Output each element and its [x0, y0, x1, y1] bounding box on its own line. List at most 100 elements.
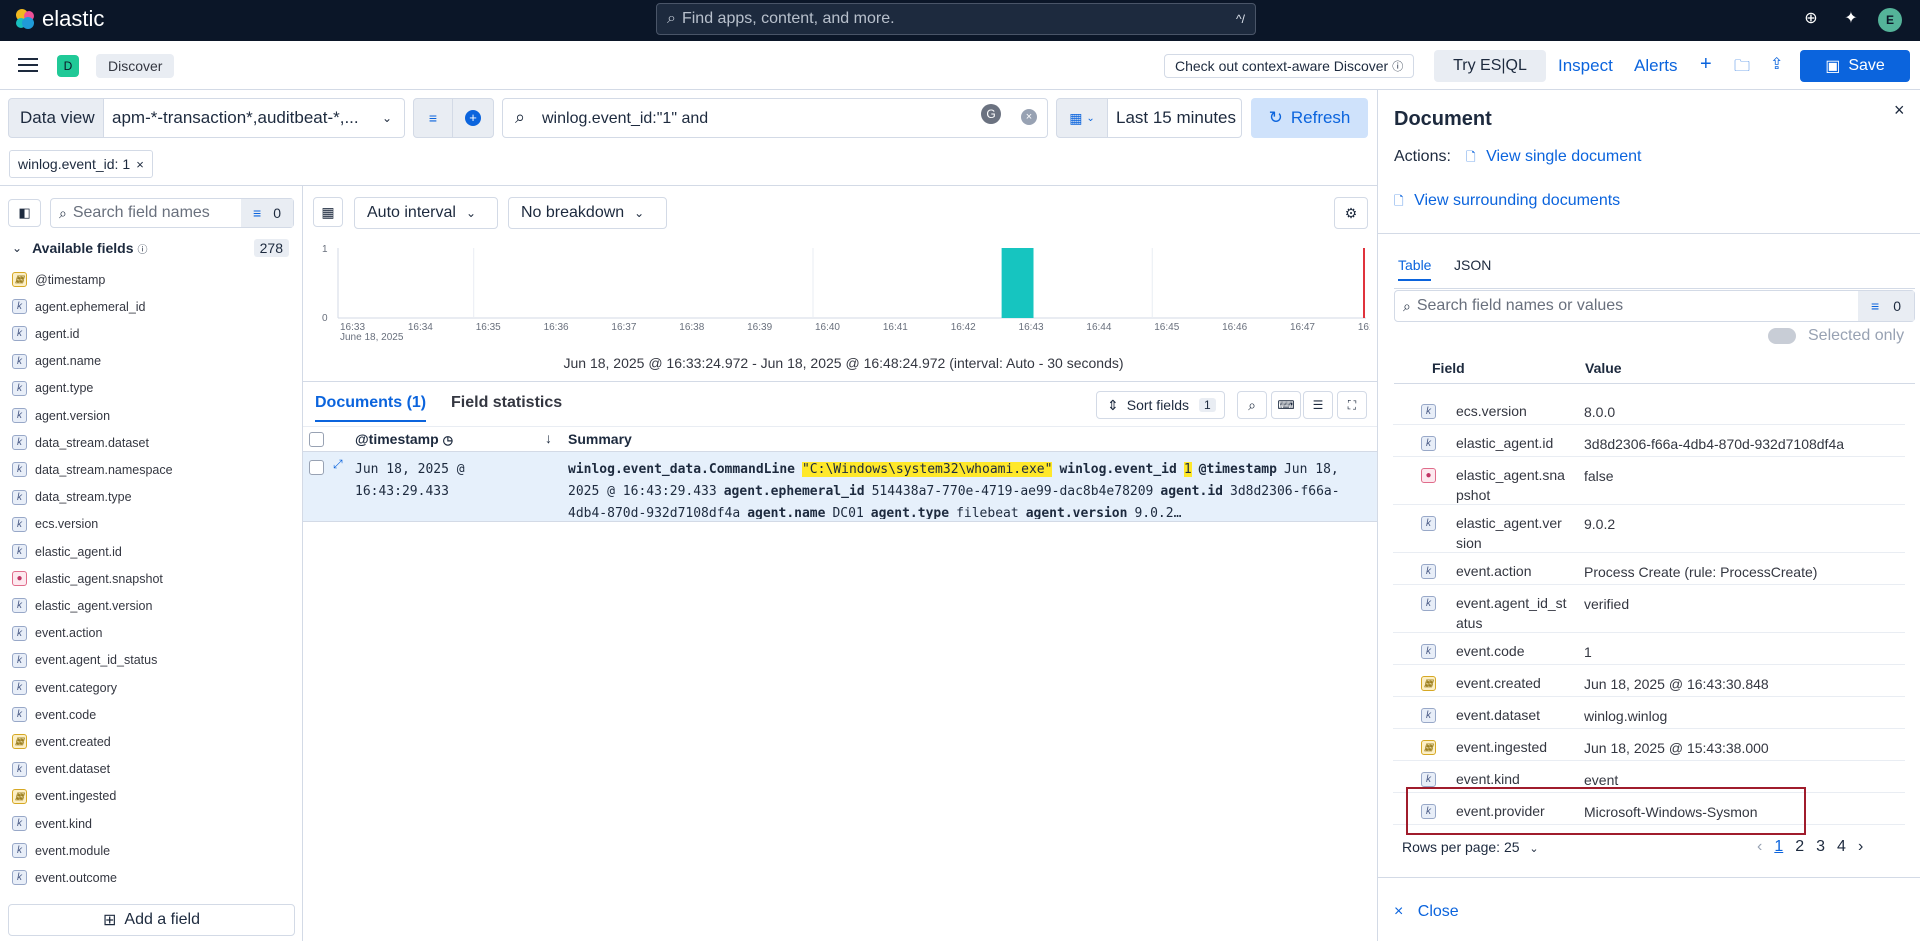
column-timestamp[interactable]: @timestamp ◷: [355, 431, 453, 447]
filter-menu-button[interactable]: ≡: [413, 98, 453, 138]
breakdown-selector[interactable]: No breakdown ⌄: [508, 197, 667, 229]
flyout-field-row[interactable]: ▦ event.created Jun 18, 2025 @ 16:43:30.84…: [1393, 665, 1905, 697]
tab-documents[interactable]: Documents (1): [315, 394, 427, 422]
grid-search-button[interactable]: ⌕: [1237, 391, 1267, 419]
flyout-field-row[interactable]: k ecs.version 8.0.0: [1393, 393, 1905, 425]
field-list-item[interactable]: k agent.name: [0, 348, 303, 375]
field-list-item[interactable]: ▦ event.ingested: [0, 783, 303, 810]
flyout-field-row[interactable]: k elastic_agent.ver sion 9.0.2: [1393, 505, 1905, 553]
sort-desc-icon[interactable]: ↓: [545, 430, 552, 446]
field-list-item[interactable]: k data_stream.dataset: [0, 429, 303, 456]
flyout-search-input[interactable]: ⌕ Search field names or values ≡ 0: [1394, 290, 1915, 322]
field-filter-button[interactable]: ≡ 0: [241, 199, 293, 227]
field-list-item[interactable]: k agent.version: [0, 402, 303, 429]
tab-field-statistics[interactable]: Field statistics: [451, 394, 562, 412]
field-list-item[interactable]: ▦ event.created: [0, 728, 303, 755]
field-list-item[interactable]: k event.agent_id_status: [0, 647, 303, 674]
flyout-field-row[interactable]: ● elastic_agent.sna pshot false: [1393, 457, 1905, 505]
chevron-left-icon[interactable]: ‹: [1757, 838, 1762, 856]
close-icon[interactable]: ×: [1894, 100, 1905, 121]
news-icon[interactable]: ✦: [1840, 8, 1862, 30]
flyout-field-row[interactable]: k event.action Process Create (rule: Proce…: [1393, 553, 1905, 585]
menu-icon[interactable]: [18, 55, 38, 75]
add-filter-button[interactable]: +: [452, 98, 494, 138]
clear-query-icon[interactable]: ×: [1021, 109, 1037, 125]
page-3[interactable]: 3: [1816, 838, 1825, 856]
collapse-sidebar-button[interactable]: ◧: [8, 199, 41, 227]
flyout-filter-button[interactable]: ≡ 0: [1858, 291, 1914, 321]
field-list-item[interactable]: k event.dataset: [0, 756, 303, 783]
help-icon[interactable]: ⊕: [1800, 8, 1822, 30]
field-list-item[interactable]: k data_stream.namespace: [0, 456, 303, 483]
field-list-item[interactable]: k elastic_agent.version: [0, 592, 303, 619]
page-1[interactable]: 1: [1774, 838, 1783, 856]
tab-json[interactable]: JSON: [1454, 257, 1491, 273]
quick-date-menu[interactable]: ▦ ⌄: [1056, 98, 1108, 138]
field-list-item[interactable]: k elastic_agent.id: [0, 538, 303, 565]
breadcrumb[interactable]: Discover: [96, 54, 175, 78]
row-checkbox[interactable]: [309, 460, 324, 475]
refresh-button[interactable]: ↻ Refresh: [1251, 98, 1368, 138]
context-aware-promo[interactable]: Check out context-aware Discover ⓘ: [1164, 54, 1415, 78]
field-list-item[interactable]: k event.action: [0, 620, 303, 647]
open-folder-icon[interactable]: 🗀: [1734, 55, 1750, 82]
add-field-button[interactable]: ⊞ Add a field: [8, 904, 295, 936]
elastic-logo[interactable]: elastic: [14, 6, 104, 32]
try-esql-button[interactable]: Try ES|QL: [1434, 50, 1546, 82]
field-list-item[interactable]: ▦ @timestamp: [0, 266, 303, 293]
date-range-picker[interactable]: Last 15 minutes: [1107, 98, 1242, 138]
remove-filter-icon[interactable]: ×: [136, 157, 144, 172]
flyout-field-row[interactable]: ▦ event.ingested Jun 18, 2025 @ 15:43:38.0…: [1393, 729, 1905, 761]
view-single-document-link[interactable]: 🗋 View single document: [1466, 148, 1641, 169]
page-2[interactable]: 2: [1795, 838, 1804, 856]
expand-row-icon[interactable]: ⤢: [333, 457, 343, 472]
data-view-selector[interactable]: apm-*-transaction*,auditbeat-*,... ⌄: [103, 98, 405, 138]
fullscreen-button[interactable]: ⛶: [1337, 391, 1367, 419]
field-list-item[interactable]: k agent.type: [0, 375, 303, 402]
display-settings-button[interactable]: ☰: [1303, 391, 1333, 419]
flyout-field-row[interactable]: k event.code 1: [1393, 633, 1905, 665]
document-row[interactable]: ⤢ Jun 18, 2025 @ 16:43:29.433 winlog.eve…: [303, 452, 1377, 522]
field-list-item[interactable]: k data_stream.type: [0, 484, 303, 511]
toggle-chart-button[interactable]: ▦: [313, 197, 343, 227]
sort-fields-button[interactable]: ⇕ Sort fields 1: [1096, 391, 1225, 419]
chevron-right-icon[interactable]: ›: [1858, 838, 1863, 856]
field-list-item[interactable]: k ecs.version: [0, 511, 303, 538]
chart-options-button[interactable]: ⚙: [1334, 197, 1368, 229]
field-list-item[interactable]: k event.module: [0, 837, 303, 864]
close-flyout-button[interactable]: × Close: [1394, 903, 1459, 921]
field-search-input[interactable]: ⌕ Search field names ≡ 0: [50, 198, 294, 228]
field-list-item[interactable]: k event.category: [0, 674, 303, 701]
field-list-item[interactable]: k event.outcome: [0, 864, 303, 891]
tab-table[interactable]: Table: [1398, 257, 1432, 281]
field-list-item[interactable]: k agent.id: [0, 320, 303, 347]
selected-only-toggle[interactable]: Selected only: [1768, 327, 1904, 345]
flyout-field-row[interactable]: k elastic_agent.id 3d8d2306-f66a-4db4-870d…: [1393, 425, 1905, 457]
save-button[interactable]: ▣ Save: [1800, 50, 1910, 82]
keyboard-shortcuts-button[interactable]: ⌨: [1271, 391, 1301, 419]
view-surrounding-documents-link[interactable]: 🗋 View surrounding documents: [1394, 192, 1620, 213]
flyout-field-row[interactable]: k event.agent_id_st atus verified: [1393, 585, 1905, 633]
field-list-item[interactable]: k agent.ephemeral_id: [0, 293, 303, 320]
field-list-item[interactable]: ● elastic_agent.snapshot: [0, 565, 303, 592]
query-input[interactable]: ⌕ winlog.event_id:"1" and G ×: [502, 98, 1048, 138]
user-avatar[interactable]: E: [1878, 8, 1902, 32]
field-list-item[interactable]: k event.code: [0, 701, 303, 728]
flyout-field-row[interactable]: k event.dataset winlog.winlog: [1393, 697, 1905, 729]
filter-pill[interactable]: winlog.event_id: 1 ×: [9, 150, 153, 178]
field-list-item[interactable]: k event.kind: [0, 810, 303, 837]
global-search-input[interactable]: ⌕ Find apps, content, and more. ^/: [656, 3, 1256, 35]
new-icon[interactable]: +: [1700, 53, 1712, 76]
share-icon[interactable]: ⇪: [1770, 54, 1783, 74]
available-fields-header[interactable]: ⌄ Available fields ⓘ 278: [12, 237, 295, 259]
divider: [1394, 383, 1915, 384]
column-summary[interactable]: Summary: [568, 431, 632, 447]
flyout-field-name: ecs.version: [1456, 403, 1527, 419]
select-all-checkbox[interactable]: [309, 432, 324, 447]
rows-per-page-button[interactable]: Rows per page: 25 ⌄: [1402, 839, 1539, 855]
space-badge[interactable]: D: [57, 55, 79, 77]
page-4[interactable]: 4: [1837, 838, 1846, 856]
interval-selector[interactable]: Auto interval ⌄: [354, 197, 498, 229]
inspect-link[interactable]: Inspect: [1558, 56, 1613, 76]
alerts-link[interactable]: Alerts: [1634, 56, 1677, 76]
